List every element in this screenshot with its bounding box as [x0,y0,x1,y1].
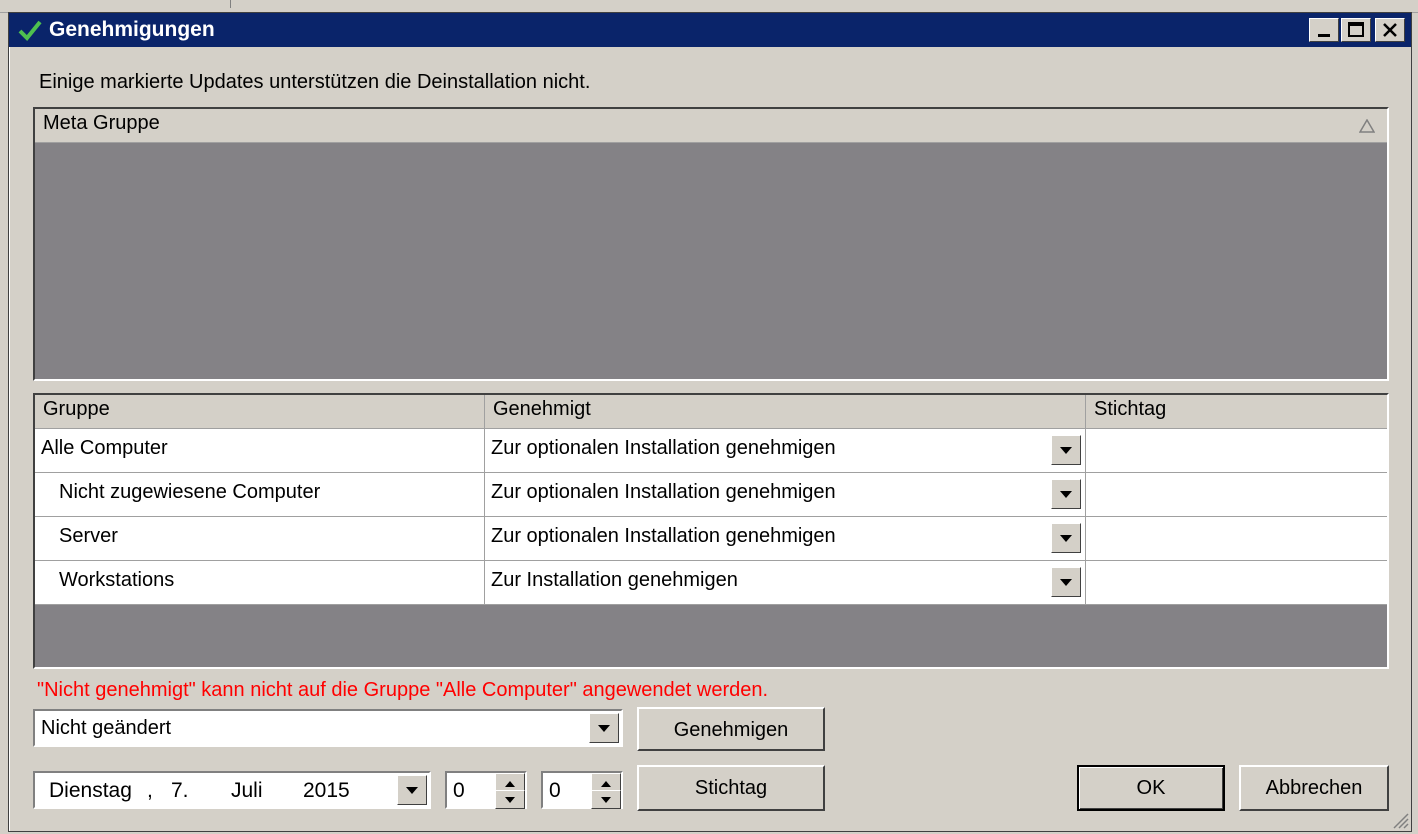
deadline-button-label: Stichtag [694,777,768,799]
column-header-group[interactable]: Gruppe [35,395,485,429]
date-day[interactable]: 7. [171,779,189,803]
chevron-down-icon[interactable] [589,713,619,743]
approval-select-value: Nicht geändert [41,717,172,739]
hour-spinner[interactable]: 0 [445,771,527,809]
deadline-cell[interactable] [1086,429,1387,473]
column-header-deadline[interactable]: Stichtag [1086,395,1387,429]
minimize-icon [1318,34,1330,37]
column-header-approved-label: Genehmigt [493,398,591,420]
info-message: Einige markierte Updates unterstützen di… [39,71,591,93]
approval-dropdown[interactable]: Zur Installation genehmigen [485,561,1086,605]
table-row-group-cell[interactable]: Alle Computer [35,429,485,473]
approval-dropdown[interactable]: Zur optionalen Installation genehmigen [485,429,1086,473]
hour-value[interactable]: 0 [453,779,465,803]
close-icon [1383,23,1397,37]
chevron-down-icon[interactable] [1051,479,1081,509]
group-name: Nicht zugewiesene Computer [59,481,321,503]
arrow-down-icon [505,797,515,803]
meta-group-header[interactable]: Meta Gruppe [35,109,1387,143]
maximize-icon [1348,22,1364,37]
spin-down-icon[interactable] [495,790,525,809]
approval-dropdown[interactable]: Zur optionalen Installation genehmigen [485,517,1086,561]
chevron-down-icon[interactable] [1051,435,1081,465]
table-row-group-cell[interactable]: Nicht zugewiesene Computer [35,473,485,517]
approve-button-label: Genehmigen [673,719,789,741]
close-button[interactable] [1375,18,1405,42]
deadline-cell[interactable] [1086,517,1387,561]
column-header-approved[interactable]: Genehmigt [485,395,1086,429]
approval-select[interactable]: Nicht geändert [33,709,623,747]
date-separator: , [147,779,153,802]
resize-grip-icon[interactable] [1389,809,1409,829]
date-picker[interactable]: Dienstag , 7. Juli 2015 [33,771,431,809]
calendar-dropdown-icon[interactable] [397,775,427,805]
approval-value: Zur optionalen Installation genehmigen [491,525,836,547]
approval-value: Zur Installation genehmigen [491,569,738,591]
minimize-button[interactable] [1309,18,1339,42]
date-month[interactable]: Juli [231,779,263,803]
approve-button[interactable]: Genehmigen [637,707,825,751]
cancel-button-label: Abbrechen [1265,777,1363,799]
spin-down-icon[interactable] [591,790,621,809]
title-bar[interactable]: Genehmigungen [9,13,1411,47]
meta-group-header-label: Meta Gruppe [43,112,160,134]
approval-value: Zur optionalen Installation genehmigen [491,437,836,459]
minute-value[interactable]: 0 [549,779,561,803]
date-year[interactable]: 2015 [303,779,350,803]
deadline-button[interactable]: Stichtag [637,765,825,811]
window-title: Genehmigungen [49,18,215,41]
maximize-button[interactable] [1341,18,1371,42]
chevron-down-icon[interactable] [1051,567,1081,597]
arrow-down-icon [601,797,611,803]
approvals-dialog: Genehmigungen Einige markierte Updates u… [8,12,1412,832]
group-name: Workstations [59,569,175,591]
checkmark-icon [18,20,42,41]
deadline-cell[interactable] [1086,473,1387,517]
group-name: Alle Computer [41,437,168,459]
meta-group-list[interactable]: Meta Gruppe [33,107,1389,381]
groups-table[interactable]: Gruppe Genehmigt Stichtag Alle Computer … [33,393,1389,669]
approval-value: Zur optionalen Installation genehmigen [491,481,836,503]
table-row-group-cell[interactable]: Workstations [35,561,485,605]
ok-button[interactable]: OK [1077,765,1225,811]
column-header-deadline-label: Stichtag [1094,398,1167,420]
error-message: "Nicht genehmigt" kann nicht auf die Gru… [37,679,769,701]
table-row-group-cell[interactable]: Server [35,517,485,561]
deadline-cell[interactable] [1086,561,1387,605]
group-name: Server [59,525,118,547]
minute-spinner[interactable]: 0 [541,771,623,809]
column-header-group-label: Gruppe [43,398,110,420]
approval-dropdown[interactable]: Zur optionalen Installation genehmigen [485,473,1086,517]
date-weekday[interactable]: Dienstag [49,779,132,803]
sort-ascending-icon [1359,119,1375,133]
cancel-button[interactable]: Abbrechen [1239,765,1389,811]
chevron-down-icon[interactable] [1051,523,1081,553]
ok-button-label: OK [1136,777,1166,799]
